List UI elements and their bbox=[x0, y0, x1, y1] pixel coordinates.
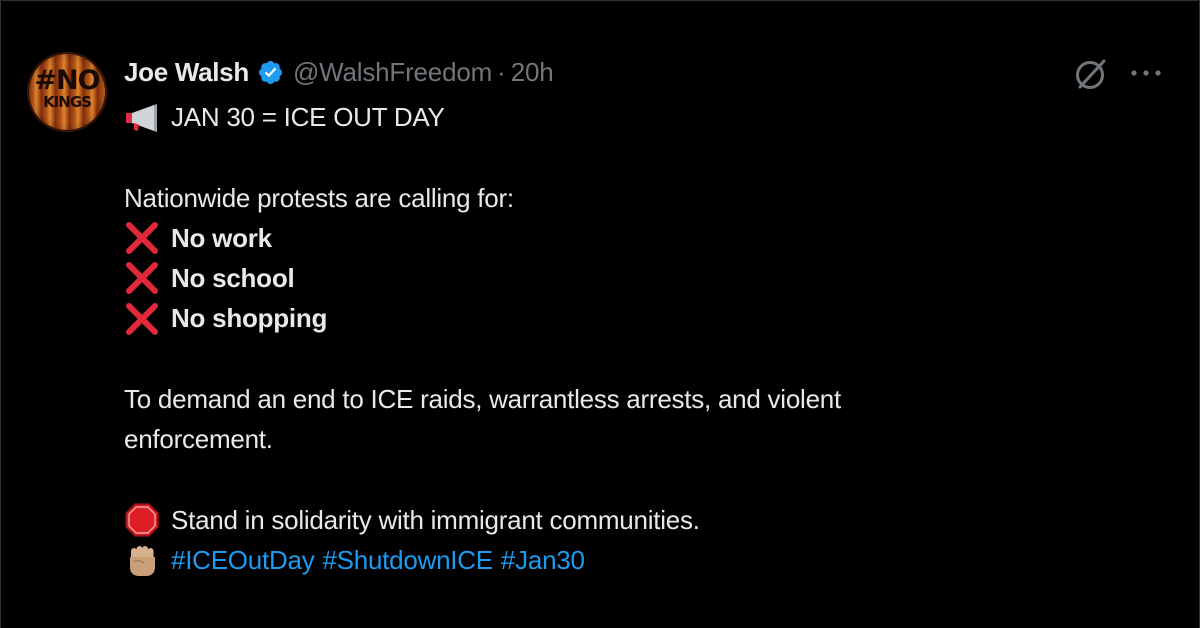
headline-text: JAN 30 = ICE OUT DAY bbox=[171, 102, 445, 132]
purpose-text-2: enforcement. bbox=[124, 424, 273, 455]
demand-item: No school bbox=[124, 258, 1164, 298]
hashtag-link[interactable]: #ICEOutDay bbox=[171, 540, 315, 580]
raised-fist-icon bbox=[130, 546, 155, 577]
more-options-icon[interactable] bbox=[1129, 61, 1163, 85]
separator-dot: · bbox=[497, 56, 506, 87]
grok-icon[interactable] bbox=[1073, 56, 1109, 92]
author-name[interactable]: Joe Walsh bbox=[124, 57, 249, 88]
post-timestamp[interactable]: 20h bbox=[511, 57, 554, 88]
purpose-text-1: To demand an end to ICE raids, warrantle… bbox=[124, 384, 841, 415]
avatar-text-line2: KINGS bbox=[43, 93, 92, 111]
post-card[interactable]: #NO KINGS Joe Walsh @WalshFreedom · 20h … bbox=[0, 0, 1200, 628]
solidarity-text: Stand in solidarity with immigrant commu… bbox=[171, 504, 700, 535]
post-body: JAN 30 = ICE OUT DAY Nationwide protests… bbox=[124, 97, 1164, 581]
headline-line: JAN 30 = ICE OUT DAY bbox=[124, 97, 1164, 137]
demand-text: No work bbox=[171, 222, 272, 253]
hashtag-link[interactable]: #ShutdownICE bbox=[322, 540, 493, 580]
avatar-text-line1: #NO bbox=[34, 65, 100, 96]
megaphone-icon bbox=[126, 104, 157, 133]
intro-text: Nationwide protests are calling for: bbox=[124, 182, 514, 213]
demand-item: No work bbox=[124, 218, 1164, 258]
demand-item: No shopping bbox=[124, 298, 1164, 338]
cross-mark-icon bbox=[126, 302, 158, 335]
cross-mark-icon bbox=[126, 262, 158, 295]
intro-line: Nationwide protests are calling for: bbox=[124, 178, 1164, 218]
demand-text: No school bbox=[171, 263, 295, 294]
avatar[interactable]: #NO KINGS bbox=[27, 52, 107, 132]
purpose-line-2: enforcement. bbox=[124, 419, 1164, 459]
verified-badge-icon[interactable] bbox=[257, 59, 284, 86]
cross-mark-icon bbox=[126, 222, 158, 255]
hashtags-line: #ICEOutDay #ShutdownICE #Jan30 bbox=[124, 540, 1164, 580]
solidarity-line: Stand in solidarity with immigrant commu… bbox=[124, 500, 1164, 540]
demand-text: No shopping bbox=[171, 303, 328, 334]
purpose-line-1: To demand an end to ICE raids, warrantle… bbox=[124, 379, 1164, 419]
stop-sign-icon bbox=[125, 503, 159, 537]
author-handle[interactable]: @WalshFreedom bbox=[293, 57, 492, 88]
post-header: Joe Walsh @WalshFreedom · 20h bbox=[124, 57, 554, 87]
hashtag-link[interactable]: #Jan30 bbox=[501, 540, 585, 580]
